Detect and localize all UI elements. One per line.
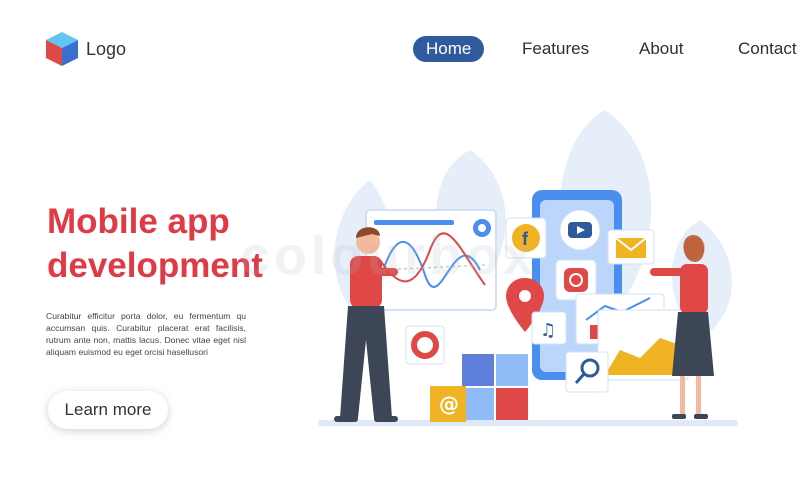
learn-more-button[interactable]: Learn more — [48, 391, 168, 429]
music-note-icon: ♫ — [531, 311, 567, 345]
blocks — [462, 354, 528, 420]
mail-icon — [607, 229, 655, 265]
at-sign-icon: @ — [430, 386, 466, 422]
svg-text:@: @ — [439, 392, 459, 416]
hero-illustration: f ♫ @ — [318, 110, 738, 426]
main-nav: Home Features About Contact — [350, 36, 800, 64]
svg-text:♫: ♫ — [540, 320, 556, 341]
svg-text:f: f — [522, 229, 529, 249]
logo[interactable]: Logo — [46, 32, 126, 66]
nav-contact[interactable]: Contact — [738, 36, 797, 62]
hero-title-line2: development — [47, 246, 263, 285]
hero-title-line1: Mobile app — [47, 202, 230, 241]
facebook-icon: f — [505, 217, 547, 259]
logo-label: Logo — [86, 38, 127, 59]
nav-about[interactable]: About — [639, 36, 683, 62]
youtube-icon — [559, 209, 601, 251]
hero-description: Curabitur efficitur porta dolor, eu ferm… — [46, 311, 246, 357]
hero-title: Mobile app development — [47, 200, 267, 288]
donut-chart-icon — [405, 325, 445, 365]
cube-logo-icon — [46, 32, 78, 66]
nav-features[interactable]: Features — [522, 36, 589, 62]
gear-icon — [473, 219, 491, 237]
search-icon — [565, 351, 609, 393]
nav-home[interactable]: Home — [413, 36, 485, 62]
